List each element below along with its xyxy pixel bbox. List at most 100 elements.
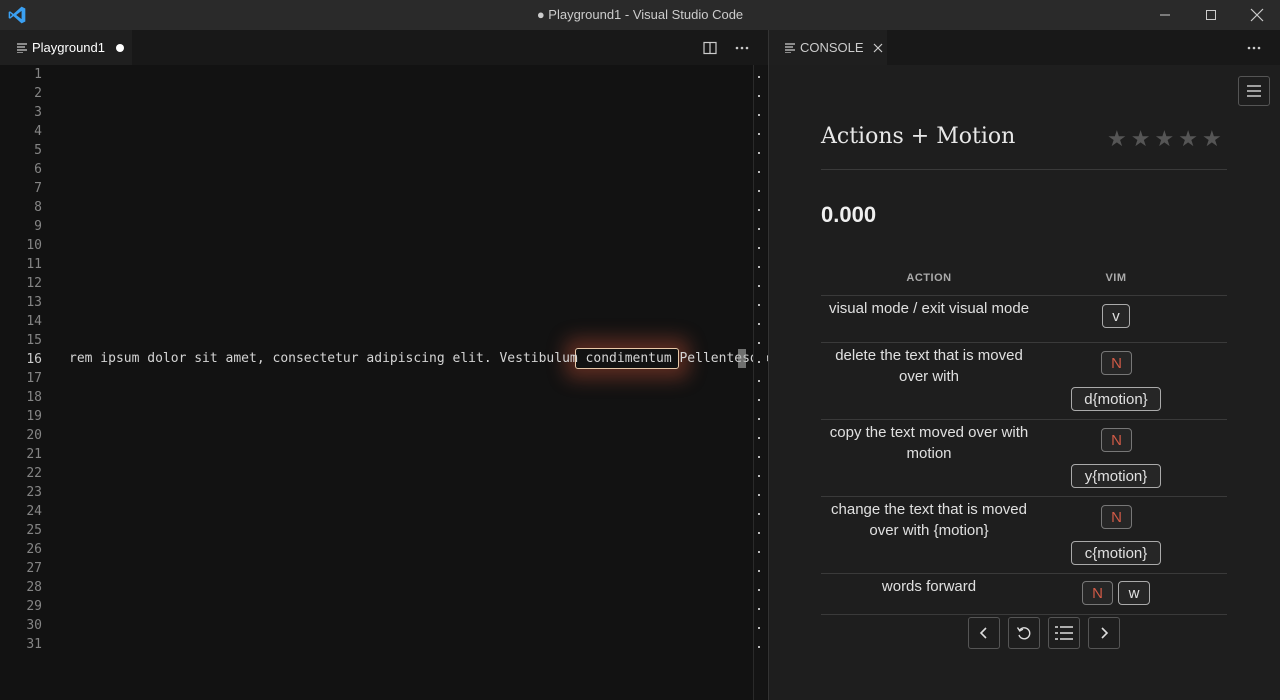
ruler-tick [758, 285, 760, 287]
key-d-motion: d{motion} [1071, 387, 1161, 411]
editor-more-button[interactable] [728, 30, 756, 65]
menu-button[interactable] [1238, 76, 1270, 106]
ruler-tick [758, 570, 760, 572]
row-divider [821, 614, 1227, 615]
line-number: 21 [26, 447, 42, 462]
reset-icon [1016, 627, 1031, 640]
more-actions-icon [1247, 46, 1261, 49]
ruler-tick [758, 589, 760, 591]
unsaved-dot-icon[interactable] [116, 43, 124, 52]
line-number: 22 [26, 466, 42, 481]
action-description: visual mode / exit visual mode [828, 300, 1030, 317]
ruler-tick [758, 380, 760, 382]
file-lines-icon [17, 42, 27, 53]
more-actions-icon [735, 46, 749, 49]
key-count-n: N [1101, 505, 1132, 529]
column-header-vim: VIM [1105, 272, 1127, 284]
ruler-tick [758, 342, 760, 344]
ruler-tick [758, 551, 760, 553]
action-description: delete the text that is moved over with [835, 347, 1023, 385]
tab-playground1[interactable]: Playground1 [0, 30, 132, 65]
star-icon[interactable]: ★ [1107, 127, 1127, 151]
close-icon[interactable] [873, 43, 883, 53]
ruler-tick [758, 76, 760, 78]
chevron-right-icon [1101, 627, 1109, 639]
line-number: 27 [26, 561, 42, 576]
maximize-icon [1206, 10, 1216, 20]
ruler-tick [758, 513, 760, 515]
ruler-tick [758, 532, 760, 534]
star-icon[interactable]: ★ [1154, 127, 1174, 151]
ruler-tick [758, 608, 760, 610]
action-description: copy the text moved over with motion [829, 424, 1029, 462]
ruler-tick [758, 190, 760, 192]
console-tab-bar: CONSOLE [769, 30, 1280, 65]
ruler-tick [758, 228, 760, 230]
editor-tab-bar: Playground1 [0, 30, 768, 65]
line-number: 13 [26, 295, 42, 310]
console-panel: Actions + Motion ★ ★ ★ ★ ★ 0.000 ACTION VIM … [769, 65, 1280, 700]
text-cursor [738, 349, 746, 368]
window-title: ● Playground1 - Visual Studio Code [536, 7, 744, 22]
overview-ruler[interactable] [753, 65, 767, 700]
maximize-button[interactable] [1188, 0, 1234, 30]
star-icon[interactable]: ★ [1178, 127, 1198, 151]
code-line-16[interactable]: rem ipsum dolor sit amet, consectetur ad… [69, 349, 773, 368]
ruler-tick [758, 133, 760, 135]
ruler-tick [758, 399, 760, 401]
star-rating[interactable]: ★ ★ ★ ★ ★ [1107, 127, 1222, 151]
ruler-tick [758, 95, 760, 97]
tab-label: Playground1 [32, 40, 105, 55]
line-number: 2 [34, 86, 42, 101]
ruler-tick [758, 361, 760, 363]
ruler-tick [758, 152, 760, 154]
line-number: 16 [26, 352, 42, 367]
star-icon[interactable]: ★ [1131, 127, 1151, 151]
minimize-icon [1160, 14, 1170, 16]
ruler-tick [758, 456, 760, 458]
line-number: 11 [26, 257, 42, 272]
ruler-tick [758, 627, 760, 629]
line-number: 15 [26, 333, 42, 348]
previous-button[interactable] [968, 617, 1000, 649]
divider [821, 169, 1227, 170]
chevron-left-icon [979, 627, 987, 639]
close-icon [1250, 8, 1264, 22]
ruler-tick [758, 171, 760, 173]
console-more-button[interactable] [1240, 30, 1268, 65]
lesson-list-button[interactable] [1048, 617, 1080, 649]
lesson-title: Actions + Motion [821, 124, 1016, 149]
ruler-tick [758, 266, 760, 268]
list-icon [1055, 626, 1073, 640]
tab-label: CONSOLE [800, 40, 864, 55]
table-row: visual mode / exit visual mode v [821, 296, 1227, 342]
line-number: 12 [26, 276, 42, 291]
split-editor-button[interactable] [696, 30, 724, 65]
star-icon[interactable]: ★ [1202, 127, 1222, 151]
line-number: 28 [26, 580, 42, 595]
minimize-button[interactable] [1142, 0, 1188, 30]
line-number: 7 [34, 181, 42, 196]
ruler-tick [758, 114, 760, 116]
reset-button[interactable] [1008, 617, 1040, 649]
close-window-button[interactable] [1234, 0, 1280, 30]
line-number: 14 [26, 314, 42, 329]
ruler-tick [758, 418, 760, 420]
ruler-tick [758, 475, 760, 477]
line-number: 8 [34, 200, 42, 215]
key-count-n: N [1082, 581, 1113, 605]
line-number: 19 [26, 409, 42, 424]
split-editor-icon [703, 41, 717, 54]
key-w: w [1118, 581, 1150, 605]
tab-console[interactable]: CONSOLE [769, 30, 887, 65]
line-number: 10 [26, 238, 42, 253]
key-y-motion: y{motion} [1071, 464, 1161, 488]
code-editor[interactable]: 1 2 3 4 5 6 7 8 9 10 11 12 13 14 15 16 17 18 19 20 21 22 23 24 2… [0, 65, 773, 700]
next-button[interactable] [1088, 617, 1120, 649]
line-number: 18 [26, 390, 42, 405]
table-row: copy the text moved over with motion N y… [821, 420, 1227, 496]
action-description: change the text that is moved over with … [831, 501, 1027, 539]
line-number: 1 [34, 67, 42, 82]
lesson-navigation [968, 617, 1120, 649]
table-row: delete the text that is moved over with … [821, 343, 1227, 419]
